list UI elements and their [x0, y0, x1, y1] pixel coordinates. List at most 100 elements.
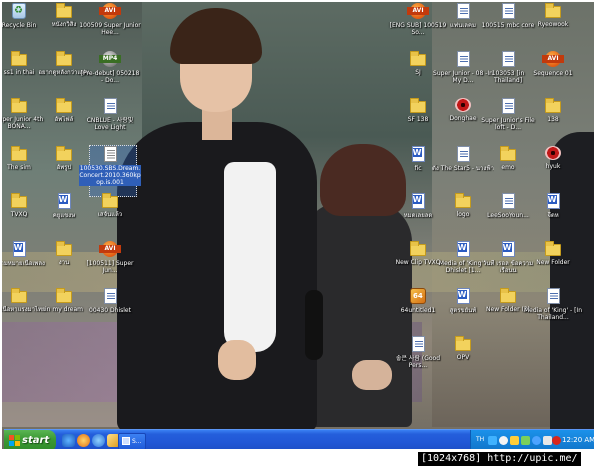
wallpaper-singer-hair [170, 8, 262, 64]
mp4-icon [99, 50, 121, 67]
wallpaper-microphone [305, 290, 323, 360]
folder-icon [410, 240, 426, 256]
desktop-icon[interactable]: 138 [522, 98, 584, 146]
desktop-icon[interactable]: [Pre-debut] 050218 - Do... [79, 50, 141, 99]
doc-icon [546, 288, 560, 304]
folder-icon [455, 335, 471, 351]
avi-icon [99, 240, 121, 257]
avi-icon [407, 3, 429, 19]
folder-icon [102, 193, 118, 208]
desktop-icon[interactable]: Ryeowook [522, 3, 584, 51]
desktop-icon[interactable]: Sequence 01 [522, 50, 584, 99]
word-icon [411, 145, 425, 162]
word-icon [456, 288, 470, 304]
firefox-icon[interactable] [77, 434, 90, 447]
alert-icon[interactable] [552, 436, 561, 445]
language-indicator[interactable]: TH [476, 436, 484, 444]
desktop-icon[interactable]: เสจันแล้ว [79, 193, 141, 241]
doc-icon [411, 335, 425, 352]
folder-icon [56, 98, 72, 113]
folder-icon [500, 288, 516, 303]
desktop-icon-label: Ryeowook [537, 21, 569, 28]
volume-icon[interactable] [532, 436, 541, 445]
folder-icon [545, 240, 561, 256]
doc-icon [501, 3, 515, 19]
chat-icon[interactable] [499, 436, 508, 445]
doc-icon [456, 50, 470, 67]
folder-icon [11, 50, 27, 66]
desktop-icon[interactable]: hyuk [522, 145, 584, 194]
desktop-icon[interactable]: CNBLUE - 사랑빛 Love Light [79, 98, 141, 146]
windows-logo-icon [9, 435, 20, 446]
doc-icon [501, 50, 515, 67]
wallpaper-singer-jacket [117, 122, 317, 432]
desktop-icon-label: 100530.SBS.Dream.Concert.2010.360kpop.is… [79, 164, 141, 186]
network-icon[interactable] [488, 436, 497, 445]
desktop-icon-label: CNBLUE - 사랑빛 Love Light [86, 117, 134, 131]
show-desktop-icon[interactable] [62, 434, 75, 447]
eye-icon [545, 145, 561, 160]
doc-icon [103, 98, 117, 114]
desktop-icon-label: [Pre-debut] 050218 - Do... [80, 69, 140, 84]
folder-icon [410, 98, 426, 113]
desktop[interactable]: Recycle Binหนังกวิ้สิ่ง100509 Super Juni… [2, 2, 594, 449]
wallpaper-singer-hand [218, 340, 256, 380]
doc-icon [103, 288, 117, 304]
folder-icon [56, 50, 72, 66]
desktop-icon[interactable]: จี๊ดห [522, 193, 584, 241]
system-tray: TH 12:20 AM [470, 430, 594, 449]
avi-icon [99, 3, 121, 19]
folder-icon [56, 145, 72, 161]
wallpaper-singer-shirt [224, 162, 276, 352]
desktop-icon-label: จี๊ดห [547, 212, 559, 219]
desktop-icon-label: Media of 'King' - [In Thailand... [523, 307, 583, 321]
desktop-icon-label: 00430 Dhislet [89, 307, 131, 314]
desktop-icon[interactable]: New Folder [522, 240, 584, 289]
desktop-icon-label: เสจันแล้ว [97, 211, 123, 218]
folder-icon [11, 288, 27, 303]
start-label: start [22, 435, 50, 446]
doc-icon [456, 145, 470, 162]
folder-icon [56, 240, 72, 256]
word-icon [57, 193, 71, 209]
desktop-icon-label: [100511] Super Jun... [86, 259, 134, 274]
desktop-icon[interactable]: 00430 Dhislet [79, 288, 141, 336]
wallpaper-dancer-hand [352, 360, 392, 390]
desktop-icon-label: 138 [547, 116, 559, 123]
recycle-icon [12, 3, 26, 19]
desktop-icon[interactable]: 100509 Super Junior Hee... [79, 3, 141, 51]
avi-icon [542, 50, 564, 67]
folder-icon [500, 145, 516, 161]
folder-icon [56, 288, 72, 303]
desktop-icon[interactable]: OPV [432, 335, 494, 384]
desktop-icon-label: hyuk [545, 162, 561, 170]
watermark: [1024x768] http://upic.me/ [418, 452, 581, 466]
desktop-icon-label: 100509 Super Junior Hee... [79, 22, 141, 36]
display-icon[interactable] [543, 436, 552, 445]
taskbar: start S... TH 12:20 AM [4, 429, 594, 449]
security-icon[interactable] [510, 436, 519, 445]
word-icon [411, 193, 425, 209]
folder-icon [11, 98, 27, 113]
folder-icon [11, 145, 27, 161]
taskbar-window-label: S... [132, 438, 142, 445]
word-icon [12, 240, 26, 257]
folder-icon [11, 193, 27, 208]
desktop-icon-label: New Folder [536, 258, 570, 266]
update-icon[interactable] [521, 436, 530, 445]
folder-icon [410, 50, 426, 66]
desktop-icon-label: OPV [456, 353, 470, 361]
folder-icon [545, 98, 561, 113]
internet-explorer-icon[interactable] [92, 434, 105, 447]
desktop-icon[interactable]: [100511] Super Jun... [79, 240, 141, 289]
doc-icon [501, 193, 515, 209]
folder-icon [455, 193, 471, 208]
doc-icon [456, 3, 470, 19]
window-icon [122, 437, 130, 445]
taskbar-window-button[interactable]: S... [118, 433, 146, 449]
start-button[interactable]: start [4, 430, 56, 449]
desktop-icon[interactable]: 100530.SBS.Dream.Concert.2010.360kpop.is… [79, 145, 141, 194]
clock[interactable]: 12:20 AM [562, 436, 594, 445]
folder-icon [56, 3, 72, 18]
desktop-icon[interactable]: Media of 'King' - [In Thailand... [522, 288, 584, 336]
